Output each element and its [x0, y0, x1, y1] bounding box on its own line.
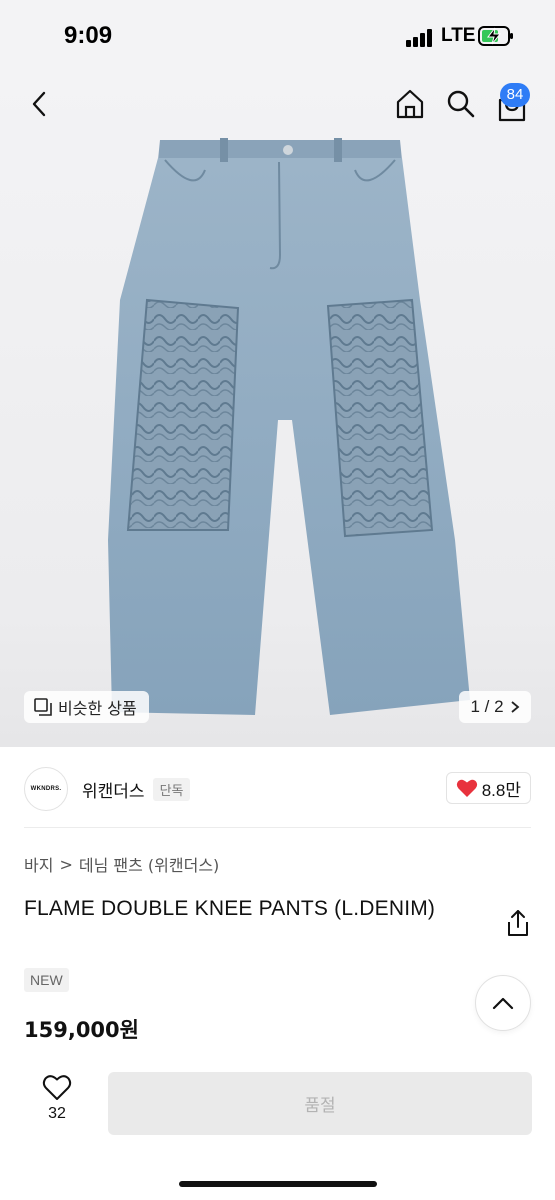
image-pager[interactable]: 1 / 2 [459, 691, 531, 723]
brand-like-count: 8.8만 [481, 780, 521, 800]
wishlist-button[interactable]: 32 [37, 1074, 77, 1123]
breadcrumb: 바지 > 데님 팬츠 (위캔더스) [24, 852, 219, 876]
signal-icon [406, 29, 436, 47]
breadcrumb-level2[interactable]: 데님 팬츠 (위캔더스) [79, 852, 219, 876]
breadcrumb-level1[interactable]: 바지 [24, 852, 53, 876]
brand-logo[interactable]: WKNDRS. [24, 767, 68, 811]
chevron-left-icon [32, 91, 46, 117]
sold-out-button: 품절 [108, 1072, 532, 1135]
chevron-up-icon [492, 997, 514, 1010]
jeans-image [108, 138, 470, 715]
product-title: FLAME DOUBLE KNEE PANTS (L.DENIM) [24, 897, 436, 920]
divider [24, 827, 531, 828]
search-icon [447, 90, 475, 118]
status-bar: 9:09 LTE [0, 0, 555, 74]
network-label: LTE [441, 25, 476, 46]
home-button[interactable] [390, 84, 430, 124]
copy-icon [34, 698, 52, 716]
home-indicator [179, 1181, 377, 1187]
breadcrumb-separator: > [59, 854, 73, 874]
brand-row[interactable]: WKNDRS. 위캔더스 단독 8.8만 [24, 765, 531, 813]
brand-name[interactable]: 위캔더스 [82, 777, 145, 802]
brand-like-button[interactable]: 8.8만 [445, 772, 531, 804]
heart-outline-icon [42, 1075, 72, 1100]
wishlist-count: 32 [48, 1105, 66, 1122]
exclusive-tag: 단독 [152, 777, 191, 801]
product-price: 159,000원 [24, 1018, 139, 1042]
battery-icon [478, 26, 513, 46]
status-time: 9:09 [64, 22, 113, 49]
cart-count-badge: 84 [500, 83, 530, 107]
pager-text: 1 / 2 [470, 697, 504, 716]
heart-filled-icon [456, 779, 477, 797]
search-button[interactable] [441, 84, 481, 124]
scroll-to-top-button[interactable] [475, 975, 531, 1031]
home-icon [396, 89, 424, 119]
new-badge: NEW [24, 968, 69, 992]
back-button[interactable] [20, 84, 60, 124]
similar-products-button[interactable]: 비슷한 상품 [24, 691, 149, 723]
share-icon[interactable] [505, 909, 531, 937]
similar-products-label: 비슷한 상품 [58, 699, 137, 718]
product-image[interactable] [0, 74, 555, 747]
chevron-right-icon [510, 701, 519, 713]
